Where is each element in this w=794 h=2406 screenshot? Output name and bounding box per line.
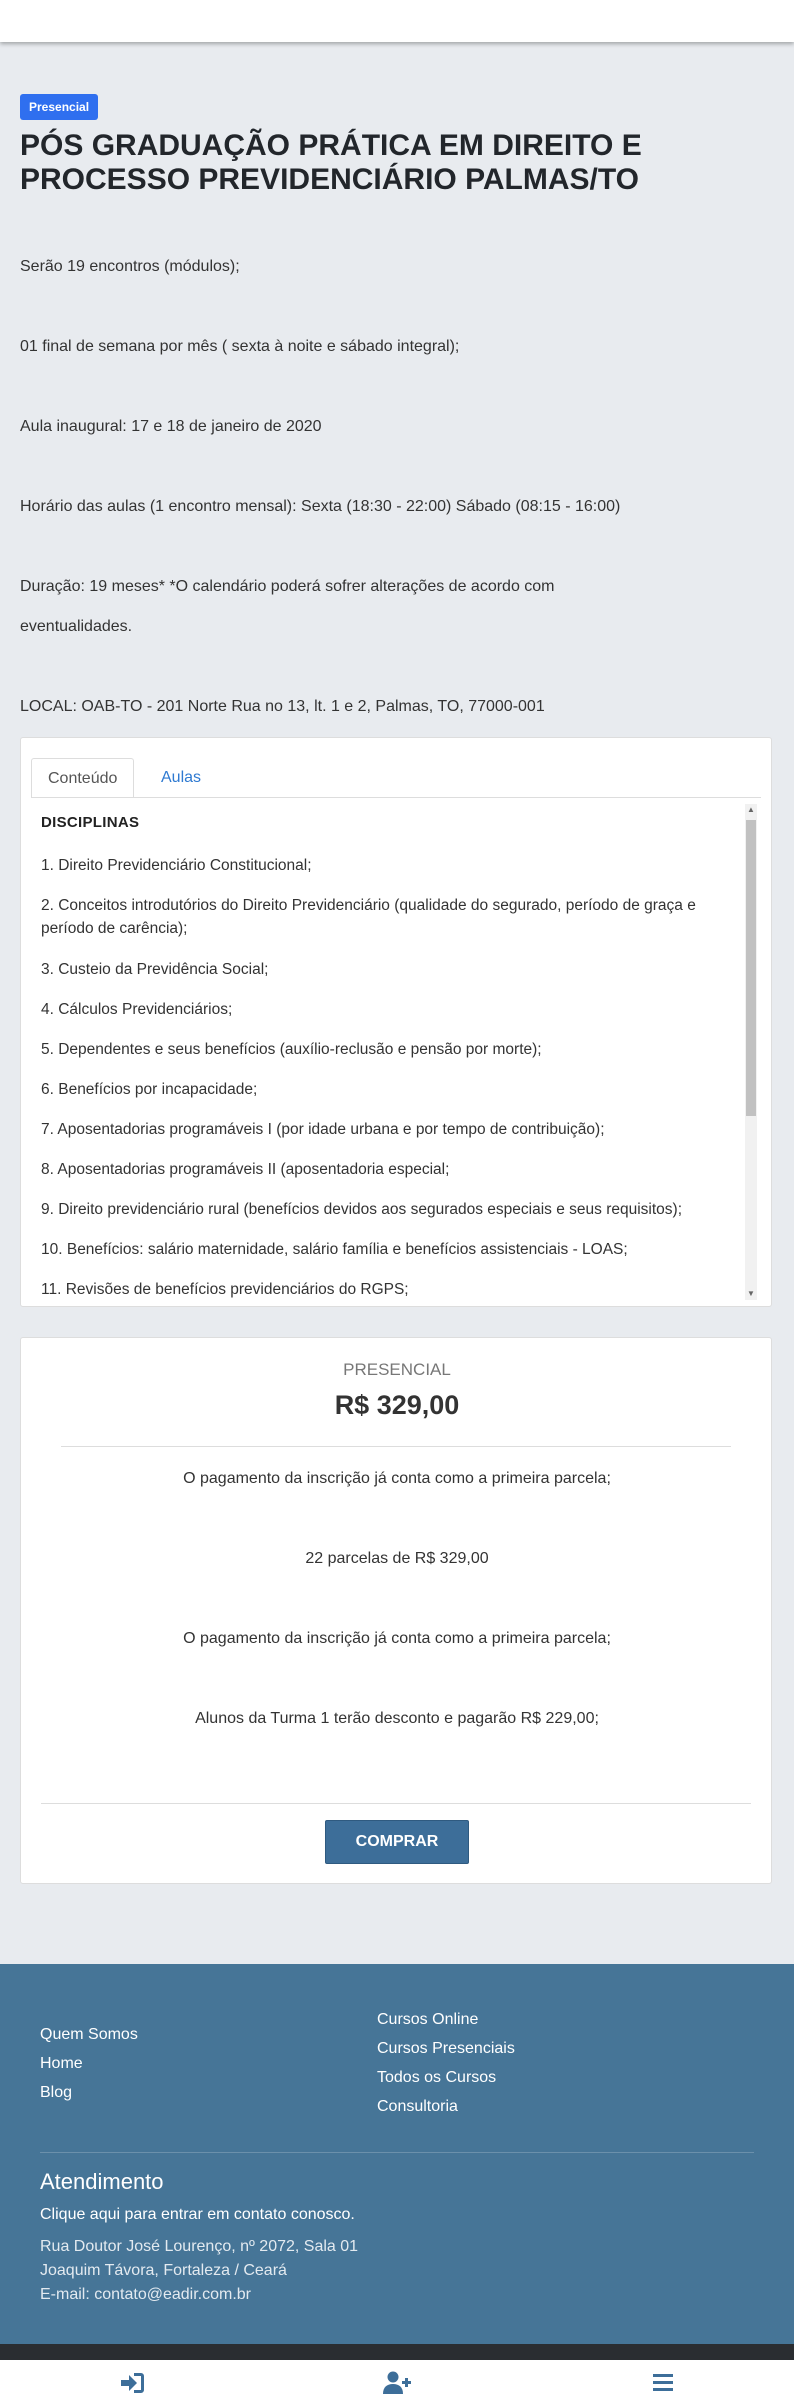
pricing-divider [61, 1446, 731, 1447]
scroll-up-arrow-icon[interactable]: ▲ [745, 804, 757, 816]
course-info-encounters: Serão 19 encontros (módulos); [20, 258, 240, 275]
price-value: R$ 329,00 [334, 1390, 460, 1420]
footer-link-cursos-online[interactable]: Cursos Online [377, 2011, 478, 2029]
site-footer: Quem Somos Home Blog Cursos Online Curso… [0, 1964, 794, 2344]
discipline-item: 1. Direito Previdenciário Constitucional… [41, 857, 312, 874]
content-scrollbar[interactable]: ▲ ▼ [745, 804, 757, 1300]
course-tabs-panel: Conteúdo Aulas DISCIPLINAS 1. Direito Pr… [20, 737, 772, 1307]
address-line: Rua Doutor José Lourenço, nº 2072, Sala … [40, 2238, 359, 2255]
email-line: E-mail: contato@eadir.com.br [40, 2286, 251, 2303]
tab-conteudo[interactable]: Conteúdo [31, 758, 135, 798]
contact-link[interactable]: Clique aqui para entrar em contato conos… [40, 2206, 355, 2224]
buy-button[interactable]: COMPRAR [325, 1820, 469, 1864]
footer-divider [40, 2152, 754, 2153]
tab-aulas[interactable]: Aulas [145, 758, 217, 798]
top-header-bar [0, 0, 794, 42]
tab-divider [31, 797, 761, 798]
course-info-duration: Duração: 19 meses* *O calendário poderá … [20, 578, 555, 595]
scroll-down-arrow-icon[interactable]: ▼ [745, 1288, 757, 1300]
footer-link-blog[interactable]: Blog [40, 2084, 72, 2102]
course-info-inaugural: Aula inaugural: 17 e 18 de janeiro de 20… [20, 418, 322, 435]
discipline-item: 4. Cálculos Previdenciários; [41, 1001, 233, 1018]
pricing-discount: Alunos da Turma 1 terão desconto e pagar… [195, 1710, 599, 1727]
course-title: PÓS GRADUAÇÃO PRÁTICA EM DIREITO E PROCE… [20, 129, 642, 196]
pricing-note: O pagamento da inscrição já conta como a… [183, 1470, 611, 1487]
discipline-item: 5. Dependentes e seus benefícios (auxíli… [41, 1041, 542, 1058]
course-info-hours: Horário das aulas (1 encontro mensal): S… [20, 498, 621, 515]
pricing-divider-bottom [41, 1803, 751, 1804]
course-info-schedule: 01 final de semana por mês ( sexta à noi… [20, 338, 460, 355]
pricing-modality-label: PRESENCIAL [343, 1360, 451, 1379]
pricing-installments: 22 parcelas de R$ 329,00 [305, 1550, 489, 1567]
course-info-duration-cont: eventualidades. [20, 618, 133, 635]
user-plus-icon[interactable] [382, 2370, 412, 2396]
discipline-item: 2. Conceitos introdutórios do Direito Pr… [41, 897, 696, 937]
course-info-location: LOCAL: OAB-TO - 201 Norte Rua no 13, lt.… [20, 698, 545, 715]
discipline-item: 6. Benefícios por incapacidade; [41, 1081, 258, 1098]
discipline-item: 8. Aposentadorias programáveis II (apose… [41, 1161, 450, 1178]
discipline-item: 10. Benefícios: salário maternidade, sal… [41, 1241, 628, 1258]
address-line: Joaquim Távora, Fortaleza / Ceará [40, 2262, 287, 2279]
menu-icon[interactable] [649, 2370, 679, 2396]
footer-link-quem-somos[interactable]: Quem Somos [40, 2026, 138, 2044]
discipline-item: 3. Custeio da Previdência Social; [41, 961, 269, 978]
attendance-title: Atendimento [40, 2169, 164, 2194]
sign-in-icon[interactable] [117, 2370, 147, 2396]
discipline-item: 11. Revisões de benefícios previdenciári… [41, 1281, 409, 1298]
footer-link-todos-cursos[interactable]: Todos os Cursos [377, 2069, 496, 2087]
footer-link-consultoria[interactable]: Consultoria [377, 2098, 458, 2116]
disciplines-heading: DISCIPLINAS [41, 814, 140, 831]
modality-badge: Presencial [20, 94, 99, 120]
pricing-note: O pagamento da inscrição já conta como a… [183, 1630, 611, 1647]
footer-link-cursos-presenciais[interactable]: Cursos Presenciais [377, 2040, 515, 2058]
footer-link-home[interactable]: Home [40, 2055, 83, 2073]
discipline-item: 9. Direito previdenciário rural (benefíc… [41, 1201, 682, 1218]
tab-content-scroll-area[interactable]: DISCIPLINAS 1. Direito Previdenciário Co… [41, 804, 741, 1306]
pricing-card: PRESENCIAL R$ 329,00 O pagamento da insc… [20, 1337, 772, 1884]
discipline-item: 7. Aposentadorias programáveis I (por id… [41, 1121, 605, 1138]
bottom-navigation [0, 2360, 794, 2406]
footer-bottom-bar [0, 2344, 794, 2360]
scrollbar-thumb[interactable] [746, 820, 756, 1116]
